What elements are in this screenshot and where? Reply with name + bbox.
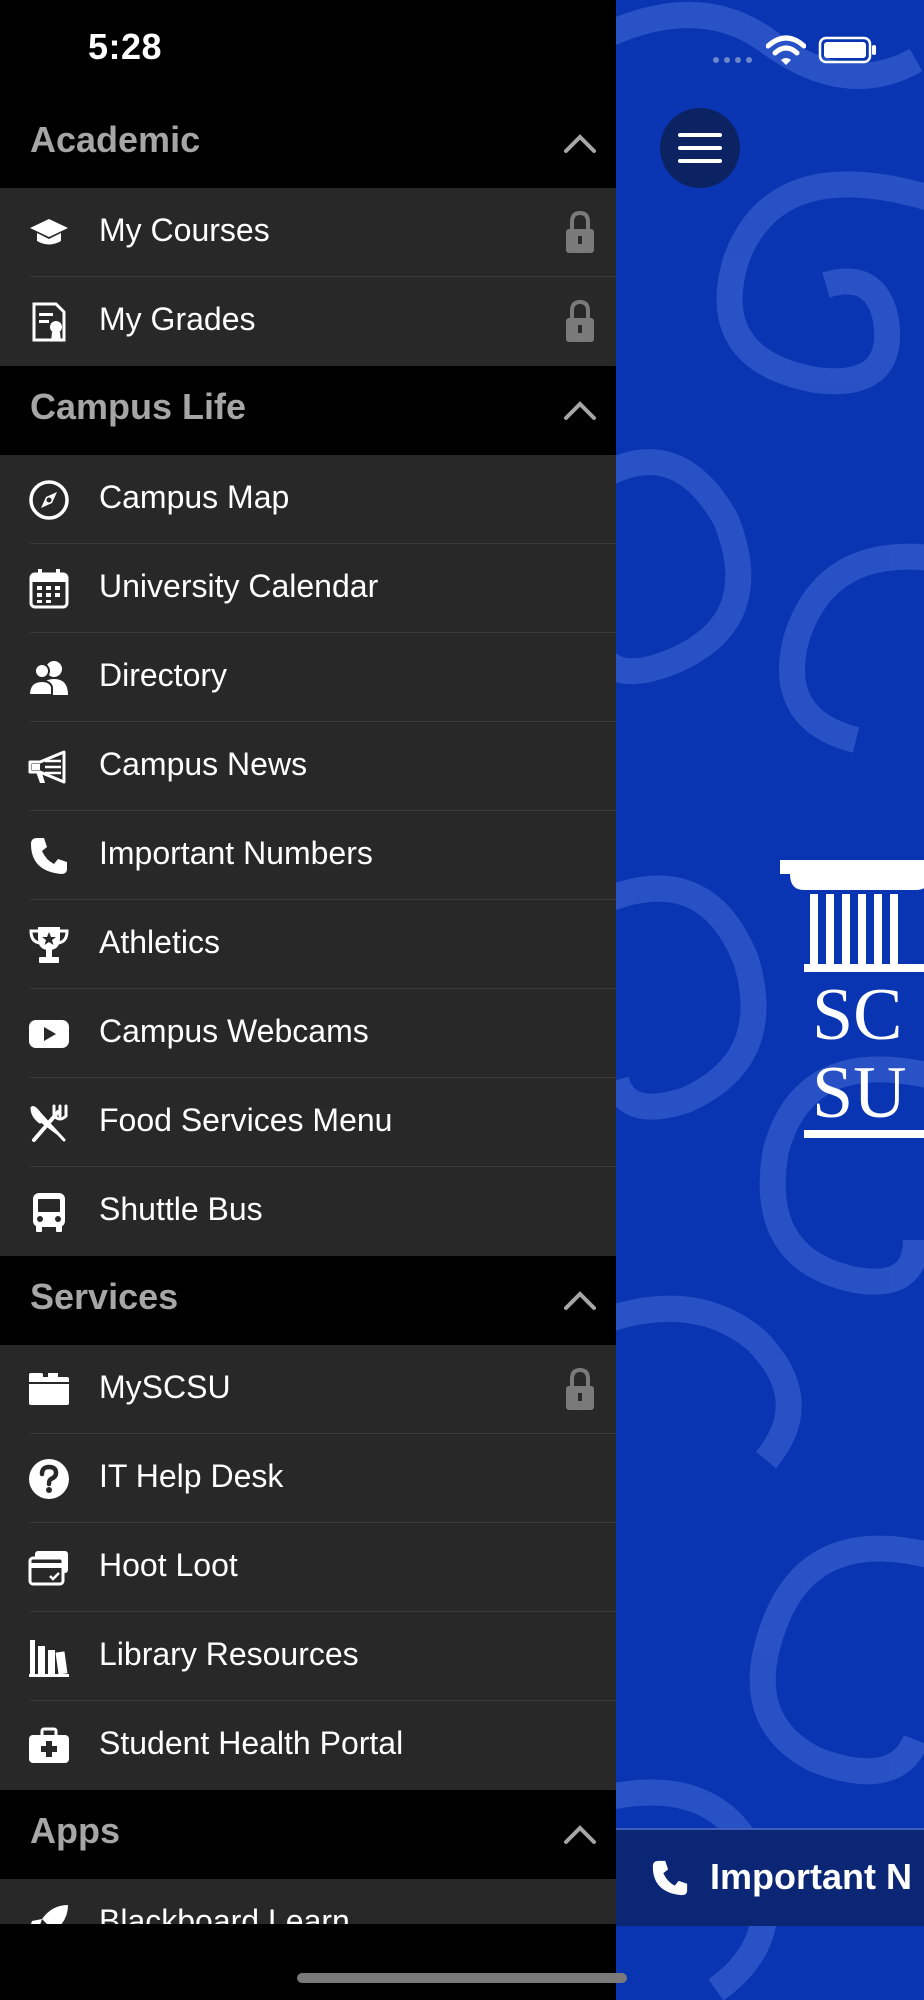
menu-item-campus-webcams[interactable]: Campus Webcams bbox=[0, 989, 616, 1078]
menu-item-blackboard-learn[interactable]: Blackboard Learn bbox=[0, 1879, 616, 1924]
lock-icon bbox=[566, 210, 594, 253]
medical-kit-icon bbox=[29, 1727, 69, 1763]
menu-item-hoot-loot[interactable]: Hoot Loot bbox=[0, 1523, 616, 1612]
lock-icon bbox=[566, 1367, 594, 1410]
section-title: Apps bbox=[30, 1810, 120, 1851]
menu-item-label: Athletics bbox=[99, 924, 220, 960]
menu-item-my-courses[interactable]: My Courses bbox=[0, 188, 616, 277]
compass-icon bbox=[29, 480, 69, 520]
signal-icon bbox=[713, 57, 752, 63]
home-screen: SC SU Important N bbox=[616, 0, 924, 2000]
megaphone-icon bbox=[28, 750, 66, 784]
logo-text-su: SU bbox=[812, 1052, 907, 1134]
people-icon bbox=[28, 661, 68, 696]
rocket-icon bbox=[31, 1905, 68, 1924]
logo-text-sc: SC bbox=[812, 974, 903, 1056]
menu-item-label: MySCSU bbox=[99, 1369, 231, 1405]
menu-item-label: Campus News bbox=[99, 746, 308, 782]
chevron-up-icon bbox=[564, 401, 596, 420]
menu-item-athletics[interactable]: Athletics bbox=[0, 900, 616, 989]
status-time: 5:28 bbox=[88, 26, 163, 67]
fork-knife-icon bbox=[30, 1104, 68, 1142]
menu-item-label: My Grades bbox=[99, 301, 256, 337]
phone-icon bbox=[31, 838, 67, 874]
menu-item-label: Blackboard Learn bbox=[99, 1903, 350, 1924]
important-numbers-quick-link[interactable]: Important N bbox=[616, 1828, 924, 1926]
menu-list[interactable]: Academic My Courses My Grades Campus Lif… bbox=[0, 99, 616, 1924]
section-header-apps[interactable]: Apps bbox=[0, 1790, 616, 1879]
lock-icon bbox=[566, 299, 594, 342]
menu-item-label: Student Health Portal bbox=[99, 1725, 404, 1761]
bus-icon bbox=[33, 1193, 65, 1232]
home-indicator[interactable] bbox=[297, 1973, 627, 1983]
wifi-icon bbox=[766, 35, 806, 65]
hamburger-icon bbox=[678, 133, 722, 163]
question-circle-icon bbox=[29, 1459, 69, 1499]
menu-item-label: Campus Map bbox=[99, 479, 290, 515]
menu-item-university-calendar[interactable]: University Calendar bbox=[0, 544, 616, 633]
menu-item-library-resources[interactable]: Library Resources bbox=[0, 1612, 616, 1701]
navigation-drawer: 5:28 Academic My Courses My Grades Campu… bbox=[0, 0, 616, 2000]
section-header-campus-life[interactable]: Campus Life bbox=[0, 366, 616, 455]
menu-item-label: University Calendar bbox=[99, 568, 379, 604]
menu-item-shuttle-bus[interactable]: Shuttle Bus bbox=[0, 1167, 616, 1256]
menu-item-label: Food Services Menu bbox=[99, 1102, 393, 1138]
chevron-up-icon bbox=[564, 1825, 596, 1844]
card-icon bbox=[28, 1551, 68, 1586]
menu-button[interactable] bbox=[660, 108, 740, 188]
menu-item-label: Shuttle Bus bbox=[99, 1191, 263, 1227]
trophy-icon bbox=[29, 927, 69, 963]
calendar-icon bbox=[29, 569, 69, 609]
chevron-up-icon bbox=[564, 134, 596, 153]
menu-item-label: Important Numbers bbox=[99, 835, 373, 871]
graduation-cap-icon bbox=[30, 219, 68, 245]
menu-item-label: Hoot Loot bbox=[99, 1547, 238, 1583]
menu-item-student-health-portal[interactable]: Student Health Portal bbox=[0, 1701, 616, 1790]
menu-item-label: IT Help Desk bbox=[99, 1458, 284, 1494]
section-header-services[interactable]: Services bbox=[0, 1256, 616, 1345]
certificate-document-icon bbox=[32, 302, 66, 342]
menu-item-label: My Courses bbox=[99, 212, 270, 248]
video-play-icon bbox=[29, 1020, 69, 1048]
section-title: Campus Life bbox=[30, 386, 247, 427]
menu-item-campus-news[interactable]: Campus News bbox=[0, 722, 616, 811]
menu-item-food-services-menu[interactable]: Food Services Menu bbox=[0, 1078, 616, 1167]
menu-item-label: Campus Webcams bbox=[99, 1013, 369, 1049]
menu-item-label: Directory bbox=[99, 657, 228, 693]
battery-icon bbox=[818, 36, 876, 64]
section-header-academic[interactable]: Academic bbox=[0, 99, 616, 188]
menu-item-my-grades[interactable]: My Grades bbox=[0, 277, 616, 366]
menu-item-myscsu[interactable]: MySCSU bbox=[0, 1345, 616, 1434]
menu-item-label: Library Resources bbox=[99, 1636, 359, 1672]
menu-item-directory[interactable]: Directory bbox=[0, 633, 616, 722]
folder-icon bbox=[29, 1373, 69, 1405]
phone-icon bbox=[652, 1860, 688, 1896]
bottom-safe-area bbox=[0, 1924, 616, 2000]
books-icon bbox=[29, 1640, 69, 1677]
menu-item-it-help-desk[interactable]: IT Help Desk bbox=[0, 1434, 616, 1523]
chevron-up-icon bbox=[564, 1291, 596, 1310]
quick-link-label: Important N bbox=[710, 1856, 912, 1897]
menu-item-important-numbers[interactable]: Important Numbers bbox=[0, 811, 616, 900]
section-title: Academic bbox=[30, 119, 201, 160]
section-title: Services bbox=[30, 1276, 179, 1317]
menu-item-campus-map[interactable]: Campus Map bbox=[0, 455, 616, 544]
